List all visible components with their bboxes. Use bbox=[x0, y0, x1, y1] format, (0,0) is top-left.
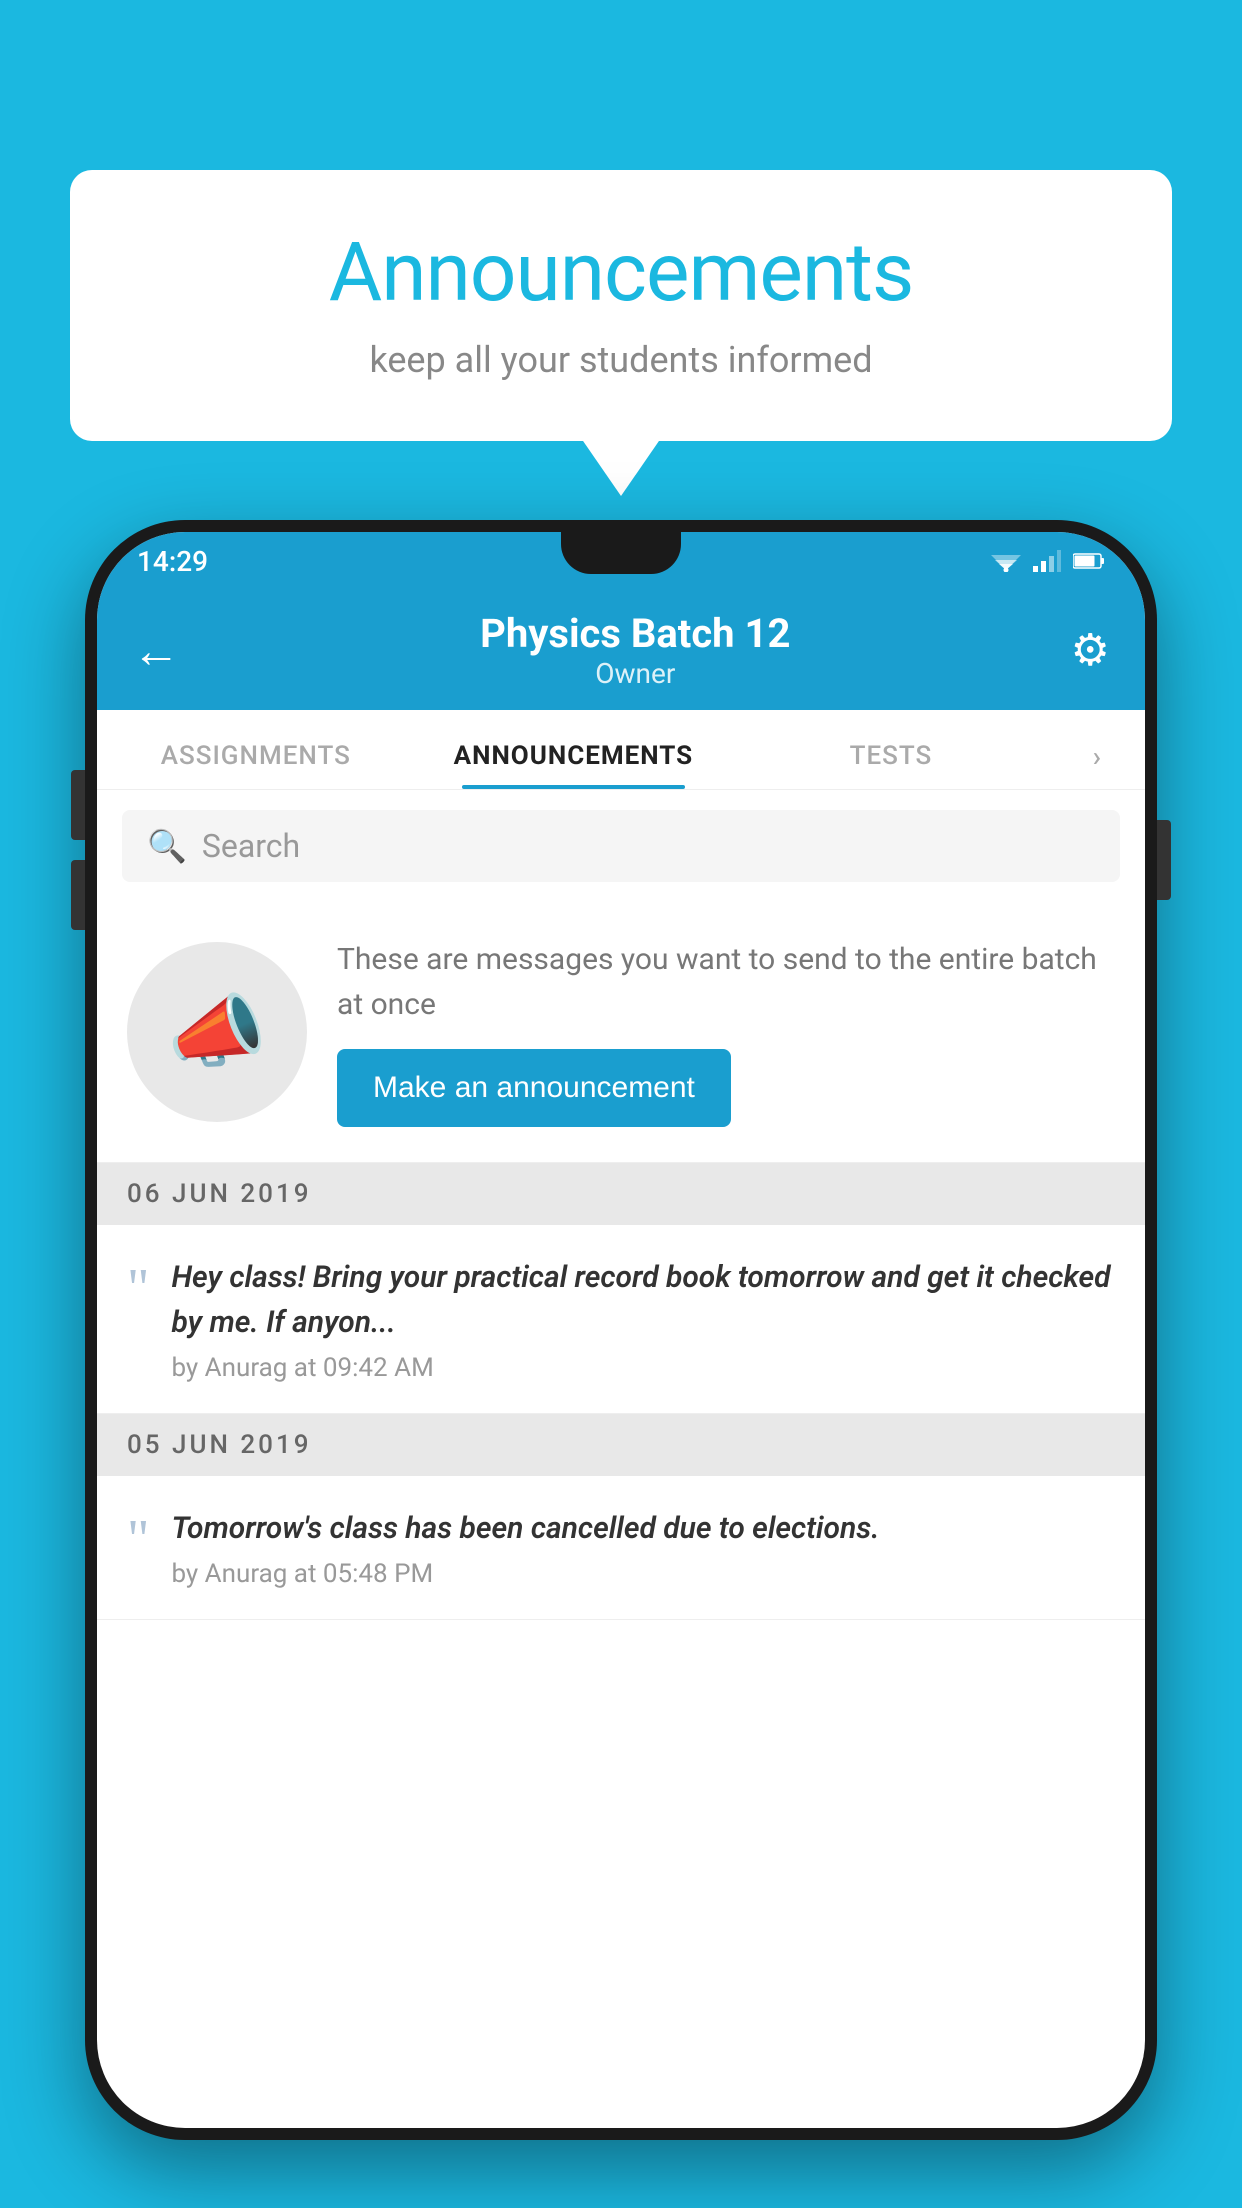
speech-bubble: Announcements keep all your students inf… bbox=[70, 170, 1172, 441]
app-bar-title: Physics Batch 12 bbox=[200, 610, 1071, 657]
settings-button[interactable]: ⚙ bbox=[1071, 624, 1110, 676]
phone-screen: 14:29 bbox=[97, 532, 1145, 2128]
quote-icon-1: " bbox=[127, 1260, 149, 1315]
power-button bbox=[1157, 820, 1171, 900]
volume-down-button bbox=[71, 860, 85, 930]
announcement-content-2: Tomorrow's class has been cancelled due … bbox=[171, 1506, 1115, 1589]
battery-icon bbox=[1073, 552, 1105, 570]
back-button[interactable]: ← bbox=[132, 622, 180, 679]
megaphone-icon: 📣 bbox=[167, 985, 267, 1079]
bubble-title: Announcements bbox=[130, 225, 1112, 321]
search-input[interactable]: Search bbox=[202, 827, 300, 865]
make-announcement-button[interactable]: Make an announcement bbox=[337, 1049, 731, 1127]
phone-container: 14:29 bbox=[85, 520, 1157, 2208]
tab-more[interactable]: › bbox=[1050, 740, 1145, 789]
search-container: 🔍 Search bbox=[97, 790, 1145, 902]
app-bar: ← Physics Batch 12 Owner ⚙ bbox=[97, 590, 1145, 710]
tab-tests[interactable]: TESTS bbox=[732, 741, 1050, 789]
quote-icon-2: " bbox=[127, 1511, 149, 1566]
announcement-content-1: Hey class! Bring your practical record b… bbox=[171, 1255, 1115, 1383]
app-bar-subtitle: Owner bbox=[200, 657, 1071, 690]
notch bbox=[561, 532, 681, 574]
volume-up-button bbox=[71, 770, 85, 840]
wifi-icon bbox=[991, 550, 1021, 572]
announcement-meta-1: by Anurag at 09:42 AM bbox=[171, 1353, 1115, 1383]
tab-assignments[interactable]: ASSIGNMENTS bbox=[97, 741, 415, 789]
announcement-prompt: 📣 These are messages you want to send to… bbox=[97, 902, 1145, 1163]
app-bar-center: Physics Batch 12 Owner bbox=[200, 610, 1071, 690]
announcement-text-1: Hey class! Bring your practical record b… bbox=[171, 1255, 1115, 1345]
tab-announcements[interactable]: ANNOUNCEMENTS bbox=[415, 741, 733, 789]
prompt-description: These are messages you want to send to t… bbox=[337, 937, 1115, 1027]
announcement-item-2[interactable]: " Tomorrow's class has been cancelled du… bbox=[97, 1476, 1145, 1620]
announcement-item-1[interactable]: " Hey class! Bring your practical record… bbox=[97, 1225, 1145, 1414]
announcement-text-2: Tomorrow's class has been cancelled due … bbox=[171, 1506, 1115, 1551]
status-icons bbox=[991, 550, 1105, 572]
phone-outer: 14:29 bbox=[85, 520, 1157, 2140]
search-icon: 🔍 bbox=[147, 827, 187, 865]
status-bar: 14:29 bbox=[97, 532, 1145, 590]
prompt-right: These are messages you want to send to t… bbox=[337, 937, 1115, 1127]
bubble-subtitle: keep all your students informed bbox=[130, 339, 1112, 381]
announcement-meta-2: by Anurag at 05:48 PM bbox=[171, 1559, 1115, 1589]
status-time: 14:29 bbox=[137, 545, 208, 578]
tabs-bar: ASSIGNMENTS ANNOUNCEMENTS TESTS › bbox=[97, 710, 1145, 790]
date-separator-2: 05 JUN 2019 bbox=[97, 1414, 1145, 1476]
megaphone-circle: 📣 bbox=[127, 942, 307, 1122]
signal-icon bbox=[1033, 550, 1061, 572]
date-separator-1: 06 JUN 2019 bbox=[97, 1163, 1145, 1225]
search-bar[interactable]: 🔍 Search bbox=[122, 810, 1120, 882]
